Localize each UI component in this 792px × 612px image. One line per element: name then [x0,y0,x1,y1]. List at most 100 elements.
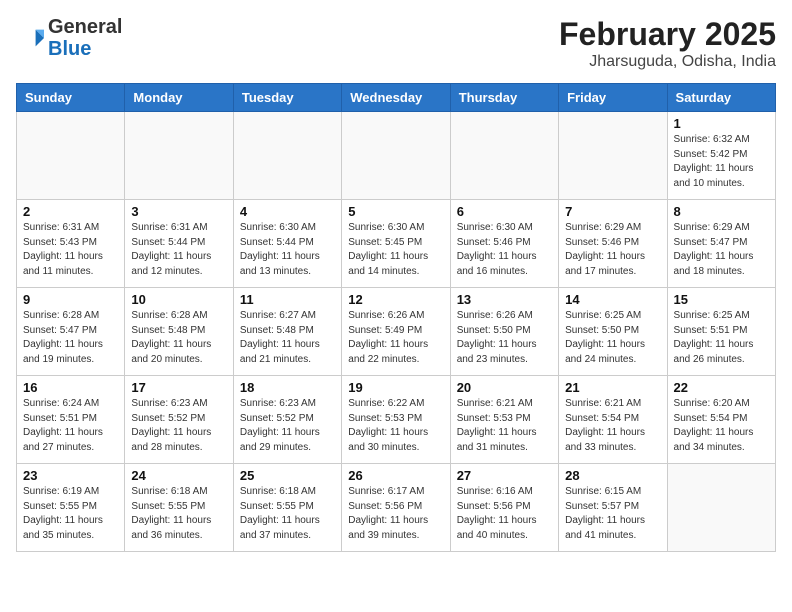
day-info: Sunrise: 6:21 AM Sunset: 5:53 PM Dayligh… [457,397,552,455]
calendar-cell: 25Sunrise: 6:18 AM Sunset: 5:55 PM Dayli… [233,464,341,552]
day-number: 3 [131,204,226,219]
calendar-cell: 16 Sunrise: 6:24 AM Sunset: 5:51 PM Dayli… [17,376,125,464]
day-number: 28 [565,468,660,483]
calendar-cell [450,112,558,200]
day-number: 11 [240,292,335,307]
day-info: Sunrise: 6:26 AM Sunset: 5:49 PM Dayligh… [348,309,443,367]
day-info: Sunrise: 6:20 AM Sunset: 5:54 PM Dayligh… [674,397,769,455]
calendar-cell: 7 Sunrise: 6:29 AM Sunset: 5:46 PM Daylig… [559,200,667,288]
day-number: 22 [674,380,769,395]
day-number: 12 [348,292,443,307]
day-number: 9 [23,292,118,307]
day-info: Sunrise: 6:22 AM Sunset: 5:53 PM Dayligh… [348,397,443,455]
day-info: Sunrise: 6:17 AM Sunset: 5:56 PM Dayligh… [348,485,443,543]
day-number: 17 [131,380,226,395]
day-number: 2 [23,204,118,219]
day-number: 1 [674,116,769,131]
day-number: 21 [565,380,660,395]
location-subtitle: Jharsuguda, Odisha, India [559,53,776,71]
weekday-header-wednesday: Wednesday [342,84,450,112]
calendar-cell: 3 Sunrise: 6:31 AM Sunset: 5:44 PM Daylig… [125,200,233,288]
weekday-header-saturday: Saturday [667,84,775,112]
day-number: 16 [23,380,118,395]
calendar-cell: 22 Sunrise: 6:20 AM Sunset: 5:54 PM Dayli… [667,376,775,464]
weekday-header-thursday: Thursday [450,84,558,112]
day-number: 25 [240,468,335,483]
day-number: 13 [457,292,552,307]
day-info: Sunrise: 6:19 AM Sunset: 5:55 PM Dayligh… [23,485,118,543]
calendar-cell: 12 Sunrise: 6:26 AM Sunset: 5:49 PM Dayli… [342,288,450,376]
calendar-cell: 9 Sunrise: 6:28 AM Sunset: 5:47 PM Daylig… [17,288,125,376]
day-number: 6 [457,204,552,219]
calendar-cell: 5Sunrise: 6:30 AM Sunset: 5:45 PM Daylig… [342,200,450,288]
calendar-cell: 26 Sunrise: 6:17 AM Sunset: 5:56 PM Dayli… [342,464,450,552]
title-block: February 2025 Jharsuguda, Odisha, India [559,16,776,71]
week-row-1: 1 Sunrise: 6:32 AM Sunset: 5:42 PM Daylig… [17,112,776,200]
day-number: 8 [674,204,769,219]
day-number: 26 [348,468,443,483]
calendar-cell: 1 Sunrise: 6:32 AM Sunset: 5:42 PM Daylig… [667,112,775,200]
week-row-4: 16 Sunrise: 6:24 AM Sunset: 5:51 PM Dayli… [17,376,776,464]
page-header: General Blue February 2025 Jharsuguda, O… [16,16,776,71]
day-number: 4 [240,204,335,219]
day-info: Sunrise: 6:23 AM Sunset: 5:52 PM Dayligh… [240,397,335,455]
day-info: Sunrise: 6:28 AM Sunset: 5:48 PM Dayligh… [131,309,226,367]
day-number: 18 [240,380,335,395]
week-row-3: 9 Sunrise: 6:28 AM Sunset: 5:47 PM Daylig… [17,288,776,376]
calendar-cell: 11Sunrise: 6:27 AM Sunset: 5:48 PM Dayli… [233,288,341,376]
weekday-header-friday: Friday [559,84,667,112]
calendar-cell: 20 Sunrise: 6:21 AM Sunset: 5:53 PM Dayli… [450,376,558,464]
calendar-cell: 19 Sunrise: 6:22 AM Sunset: 5:53 PM Dayli… [342,376,450,464]
day-number: 7 [565,204,660,219]
calendar-cell: 23 Sunrise: 6:19 AM Sunset: 5:55 PM Dayli… [17,464,125,552]
day-number: 23 [23,468,118,483]
day-number: 19 [348,380,443,395]
calendar-cell: 21 Sunrise: 6:21 AM Sunset: 5:54 PM Dayli… [559,376,667,464]
logo-general-text: General [48,16,122,38]
day-info: Sunrise: 6:26 AM Sunset: 5:50 PM Dayligh… [457,309,552,367]
calendar-cell: 27 Sunrise: 6:16 AM Sunset: 5:56 PM Dayli… [450,464,558,552]
day-info: Sunrise: 6:31 AM Sunset: 5:44 PM Dayligh… [131,221,226,279]
calendar-cell: 18 Sunrise: 6:23 AM Sunset: 5:52 PM Dayli… [233,376,341,464]
day-number: 5 [348,204,443,219]
calendar-cell: 10 Sunrise: 6:28 AM Sunset: 5:48 PM Dayli… [125,288,233,376]
calendar-cell: 24Sunrise: 6:18 AM Sunset: 5:55 PM Dayli… [125,464,233,552]
day-info: Sunrise: 6:31 AM Sunset: 5:43 PM Dayligh… [23,221,118,279]
day-number: 27 [457,468,552,483]
day-info: Sunrise: 6:15 AM Sunset: 5:57 PM Dayligh… [565,485,660,543]
day-info: Sunrise: 6:24 AM Sunset: 5:51 PM Dayligh… [23,397,118,455]
weekday-header-monday: Monday [125,84,233,112]
day-number: 20 [457,380,552,395]
calendar-cell: 13 Sunrise: 6:26 AM Sunset: 5:50 PM Dayli… [450,288,558,376]
day-info: Sunrise: 6:30 AM Sunset: 5:44 PM Dayligh… [240,221,335,279]
calendar-cell [233,112,341,200]
logo-icon [16,24,44,52]
calendar-cell [667,464,775,552]
calendar-cell [342,112,450,200]
calendar-cell: 17 Sunrise: 6:23 AM Sunset: 5:52 PM Dayli… [125,376,233,464]
calendar-cell: 28 Sunrise: 6:15 AM Sunset: 5:57 PM Dayli… [559,464,667,552]
calendar-cell: 6Sunrise: 6:30 AM Sunset: 5:46 PM Daylig… [450,200,558,288]
week-row-2: 2 Sunrise: 6:31 AM Sunset: 5:43 PM Daylig… [17,200,776,288]
calendar-cell [17,112,125,200]
day-info: Sunrise: 6:23 AM Sunset: 5:52 PM Dayligh… [131,397,226,455]
calendar-cell: 15Sunrise: 6:25 AM Sunset: 5:51 PM Dayli… [667,288,775,376]
weekday-header-tuesday: Tuesday [233,84,341,112]
day-info: Sunrise: 6:16 AM Sunset: 5:56 PM Dayligh… [457,485,552,543]
logo: General Blue [16,16,122,60]
day-number: 10 [131,292,226,307]
calendar-cell: 4 Sunrise: 6:30 AM Sunset: 5:44 PM Daylig… [233,200,341,288]
month-year-title: February 2025 [559,16,776,53]
weekday-header-row: SundayMondayTuesdayWednesdayThursdayFrid… [17,84,776,112]
calendar-cell [559,112,667,200]
calendar-cell: 14Sunrise: 6:25 AM Sunset: 5:50 PM Dayli… [559,288,667,376]
day-number: 15 [674,292,769,307]
day-info: Sunrise: 6:32 AM Sunset: 5:42 PM Dayligh… [674,133,769,191]
day-info: Sunrise: 6:29 AM Sunset: 5:46 PM Dayligh… [565,221,660,279]
weekday-header-sunday: Sunday [17,84,125,112]
day-info: Sunrise: 6:29 AM Sunset: 5:47 PM Dayligh… [674,221,769,279]
day-info: Sunrise: 6:28 AM Sunset: 5:47 PM Dayligh… [23,309,118,367]
day-number: 24 [131,468,226,483]
day-info: Sunrise: 6:21 AM Sunset: 5:54 PM Dayligh… [565,397,660,455]
calendar-cell: 2 Sunrise: 6:31 AM Sunset: 5:43 PM Daylig… [17,200,125,288]
